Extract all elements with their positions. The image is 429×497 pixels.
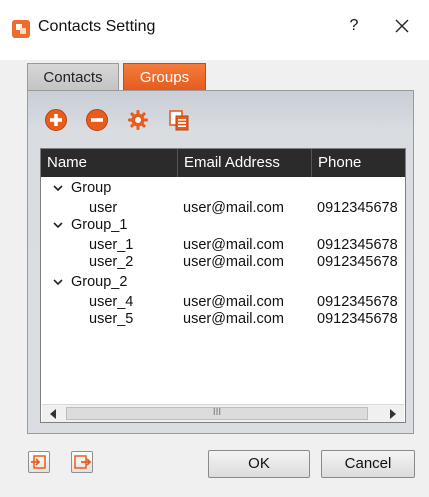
export-icon[interactable] <box>71 451 93 473</box>
close-icon[interactable] <box>390 14 414 38</box>
contact-name: user_5 <box>89 311 134 327</box>
contacts-app-icon <box>12 20 30 38</box>
scrollbar-thumb[interactable]: III <box>66 407 368 420</box>
horizontal-scrollbar[interactable]: III <box>42 404 404 422</box>
contact-name: user_2 <box>89 254 134 270</box>
chevron-down-icon[interactable] <box>53 220 63 230</box>
contact-row[interactable]: user_2 user@mail.com 0912345678 <box>41 254 405 271</box>
contact-name: user <box>89 200 118 216</box>
add-icon[interactable] <box>44 108 68 132</box>
contact-phone: 0912345678 <box>317 254 398 270</box>
gear-icon[interactable] <box>126 108 150 132</box>
contact-email: user@mail.com <box>183 254 284 270</box>
tab-groups[interactable]: Groups <box>123 63 206 91</box>
column-header-name[interactable]: Name <box>41 149 178 177</box>
contact-row[interactable]: user_1 user@mail.com 0912345678 <box>41 237 405 254</box>
group-name: Group <box>71 180 112 196</box>
contact-email: user@mail.com <box>183 311 284 327</box>
contact-email: user@mail.com <box>183 294 284 310</box>
title-bar: Contacts Setting ? <box>0 0 429 60</box>
chevron-down-icon[interactable] <box>53 277 63 287</box>
scroll-right-icon[interactable] <box>388 409 396 419</box>
contact-name: user_1 <box>89 237 134 253</box>
contact-phone: 0912345678 <box>317 311 398 327</box>
chevron-down-icon[interactable] <box>53 183 63 193</box>
contact-row[interactable]: user_4 user@mail.com 0912345678 <box>41 294 405 311</box>
scroll-left-icon[interactable] <box>50 409 58 419</box>
window-title: Contacts Setting <box>38 18 156 35</box>
remove-icon[interactable] <box>85 108 109 132</box>
group-name: Group_2 <box>71 274 128 290</box>
tab-contacts[interactable]: Contacts <box>27 63 119 91</box>
group-row[interactable]: Group_1 <box>41 217 405 234</box>
group-row[interactable]: Group <box>41 180 405 197</box>
contact-email: user@mail.com <box>183 200 284 216</box>
ok-button[interactable]: OK <box>208 450 310 478</box>
group-name: Group_1 <box>71 217 128 233</box>
group-contact-list[interactable]: Name Email Address Phone Group user user… <box>40 148 406 423</box>
contact-row[interactable]: user user@mail.com 0912345678 <box>41 200 405 217</box>
scrollbar-grip: III <box>212 407 222 418</box>
cancel-button[interactable]: Cancel <box>321 450 415 478</box>
contact-name: user_4 <box>89 294 134 310</box>
copy-icon[interactable] <box>167 108 191 132</box>
contact-phone: 0912345678 <box>317 294 398 310</box>
group-row[interactable]: Group_2 <box>41 274 405 291</box>
list-header: Name Email Address Phone <box>41 149 405 177</box>
contact-email: user@mail.com <box>183 237 284 253</box>
column-header-email[interactable]: Email Address <box>178 149 312 177</box>
column-header-phone[interactable]: Phone <box>312 149 405 177</box>
contact-row[interactable]: user_5 user@mail.com 0912345678 <box>41 311 405 328</box>
contact-phone: 0912345678 <box>317 237 398 253</box>
import-icon[interactable] <box>28 451 50 473</box>
help-button[interactable]: ? <box>344 17 364 35</box>
contact-phone: 0912345678 <box>317 200 398 216</box>
